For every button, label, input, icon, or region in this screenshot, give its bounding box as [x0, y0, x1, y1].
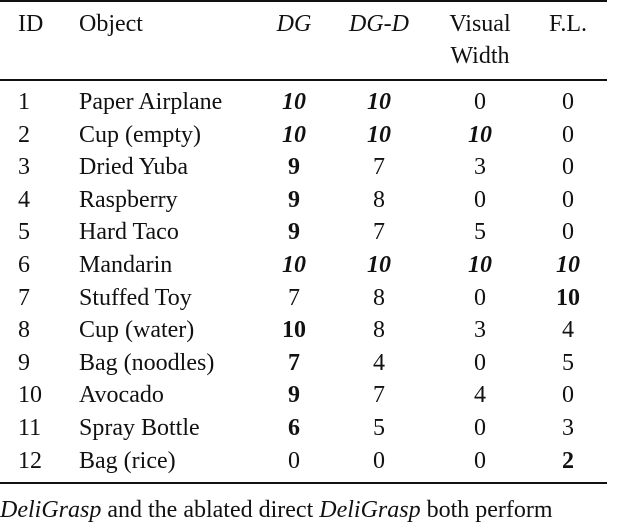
cell-id: 1: [18, 89, 30, 115]
cell-visual-width: 3: [474, 317, 486, 344]
table-row: 6 Mandarin 10 10 10 10: [0, 249, 640, 281]
caption-text: DeliGrasp and the ablated direct DeliGra…: [0, 494, 553, 526]
cell-dg: 10: [282, 252, 306, 278]
table-row: 7 Stuffed Toy 7 8 0 10: [0, 282, 640, 314]
cell-id: 4: [18, 186, 30, 213]
cell-dg-d: 0: [373, 447, 385, 474]
cell-fl: 2: [562, 447, 574, 474]
header-dg: DG: [276, 11, 312, 37]
cell-fl: 0: [562, 154, 574, 181]
cell-dg: 10: [282, 317, 306, 344]
cell-id: 3: [18, 154, 30, 181]
cell-id: 12: [18, 447, 42, 474]
cell-dg-d: 5: [373, 415, 385, 441]
cell-object: Raspberry: [79, 186, 178, 213]
cell-visual-width: 0: [474, 186, 486, 213]
cell-dg: 9: [288, 219, 300, 246]
cell-id: 9: [18, 349, 30, 376]
table-row: 8 Cup (water) 10 8 3 4: [0, 314, 640, 346]
cell-dg: 10: [282, 121, 306, 148]
cell-fl: 5: [562, 349, 574, 376]
cell-object: Bag (rice): [79, 447, 176, 474]
cell-dg: 9: [288, 154, 300, 181]
cell-dg-d: 8: [373, 284, 385, 311]
cell-dg-d: 4: [373, 349, 385, 376]
caption-segment: and the ablated direct: [101, 497, 320, 523]
table-row: 5 Hard Taco 9 7 5 0: [0, 216, 640, 248]
caption-method-name: DeliGrasp: [319, 497, 421, 523]
header-object: Object: [79, 11, 143, 37]
table-row: 11 Spray Bottle 6 5 0 3: [0, 412, 640, 444]
table-row: 2 Cup (empty) 10 10 10 0: [0, 119, 640, 151]
cell-dg: 7: [288, 284, 300, 311]
cell-fl: 0: [562, 382, 574, 409]
cell-id: 8: [18, 317, 30, 344]
cell-fl: 10: [556, 252, 580, 278]
bottom-rule: [0, 482, 607, 484]
cell-id: 6: [18, 252, 30, 278]
cell-visual-width: 10: [468, 252, 492, 278]
table-row: 12 Bag (rice) 0 0 0 2: [0, 445, 640, 477]
cell-dg: 7: [288, 349, 300, 376]
cell-fl: 10: [556, 284, 580, 311]
header-visual-width-line2: Width: [450, 43, 510, 69]
header-fl: F.L.: [548, 11, 588, 37]
cell-visual-width: 0: [474, 447, 486, 474]
cell-dg: 9: [288, 186, 300, 213]
table-row: 9 Bag (noodles) 7 4 0 5: [0, 347, 640, 379]
cell-dg-d: 10: [367, 121, 391, 148]
cell-id: 11: [18, 415, 42, 441]
cell-id: 10: [18, 382, 42, 409]
caption-method-name: DeliGrasp: [0, 497, 102, 523]
cell-dg: 6: [288, 415, 300, 441]
cell-visual-width: 4: [474, 382, 486, 409]
cell-fl: 4: [562, 317, 574, 344]
cell-dg-d: 8: [373, 317, 385, 344]
cell-visual-width: 0: [474, 284, 486, 311]
cell-dg-d: 7: [373, 219, 385, 246]
cell-object: Spray Bottle: [79, 415, 200, 441]
cell-visual-width: 0: [474, 349, 486, 376]
caption-segment: both perform: [420, 497, 553, 523]
header-visual-width-line1: Visual: [449, 11, 511, 37]
table-row: 1 Paper Airplane 10 10 0 0: [0, 86, 640, 118]
cell-visual-width: 10: [468, 121, 492, 148]
cell-object: Mandarin: [79, 252, 173, 278]
cell-object: Avocado: [79, 382, 164, 409]
cell-visual-width: 5: [474, 219, 486, 246]
table-row: 4 Raspberry 9 8 0 0: [0, 184, 640, 216]
cell-object: Cup (water): [79, 317, 195, 344]
cell-object: Paper Airplane: [79, 89, 223, 115]
cell-visual-width: 3: [474, 154, 486, 181]
cell-fl: 3: [562, 415, 574, 441]
cell-fl: 0: [562, 186, 574, 213]
cell-dg-d: 8: [373, 186, 385, 213]
header-id: ID: [18, 11, 44, 37]
table-row: 10 Avocado 9 7 4 0: [0, 379, 640, 411]
cell-fl: 0: [562, 219, 574, 246]
cell-dg-d: 7: [373, 154, 385, 181]
top-rule: [0, 0, 607, 2]
cell-dg-d: 10: [367, 252, 391, 278]
cell-object: Bag (noodles): [79, 349, 215, 376]
cell-fl: 0: [562, 121, 574, 148]
cell-visual-width: 0: [474, 89, 486, 115]
cell-dg-d: 10: [367, 89, 391, 115]
cell-visual-width: 0: [474, 415, 486, 441]
cell-dg: 9: [288, 382, 300, 409]
cell-dg-d: 7: [373, 382, 385, 409]
cell-object: Hard Taco: [79, 219, 179, 246]
cell-object: Cup (empty): [79, 121, 201, 148]
cell-object: Stuffed Toy: [79, 284, 192, 311]
header-rule: [0, 79, 607, 81]
cell-dg: 0: [288, 447, 300, 474]
cell-id: 7: [18, 284, 30, 311]
cell-fl: 0: [562, 89, 574, 115]
table-row: 3 Dried Yuba 9 7 3 0: [0, 151, 640, 183]
cell-dg: 10: [282, 89, 306, 115]
cell-id: 2: [18, 121, 30, 148]
cell-object: Dried Yuba: [79, 154, 189, 181]
cell-id: 5: [18, 219, 30, 246]
header-dg-d: DG-D: [349, 11, 409, 37]
